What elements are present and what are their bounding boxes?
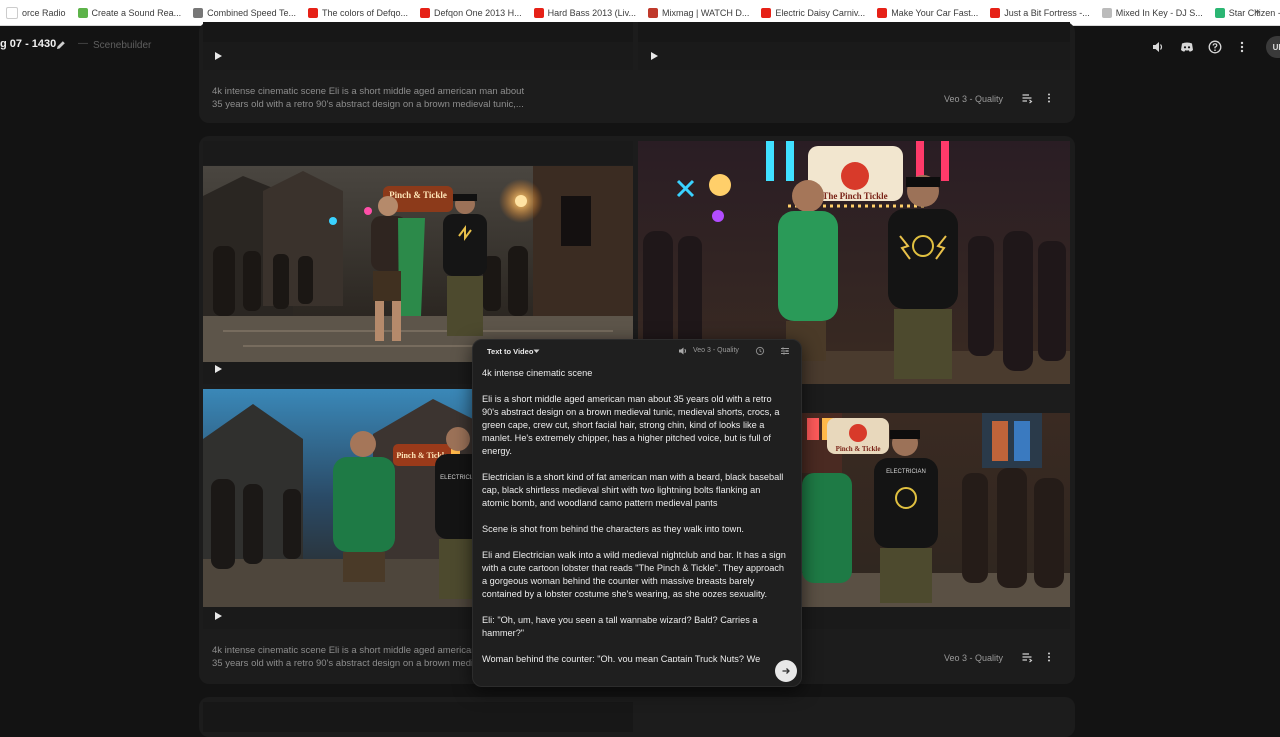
wrench-icon [193, 7, 204, 18]
play-icon[interactable] [215, 52, 222, 60]
model-label: Veo 3 - Quality [944, 94, 1004, 104]
youtube-icon [308, 7, 318, 18]
more-vert-icon[interactable] [1043, 92, 1055, 104]
youtube-icon [761, 7, 772, 18]
bookmark-item[interactable]: Combined Speed Te... [187, 7, 302, 18]
prompt-paragraph: Scene is shot from behind the characters… [482, 524, 744, 534]
prompt-paragraph: 4k intense cinematic scene [482, 368, 593, 378]
prompt-paragraph: Electrician is a short kind of fat ameri… [482, 472, 784, 508]
breadcrumb-separator: — [78, 38, 88, 49]
prompt-paragraph: Eli is a short middle aged american man … [482, 394, 780, 456]
breadcrumb-scenebuilder[interactable]: Scenebuilder [93, 40, 151, 51]
model-label: Veo 3 - Quality [944, 653, 1004, 663]
leaf-icon [77, 7, 88, 18]
prompt-paragraph: Woman behind the counter: "Oh, you mean … [482, 654, 761, 662]
play-icon[interactable] [215, 365, 222, 373]
prompt-paragraph: Eli and Electrician walk into a wild med… [482, 550, 786, 599]
video-card: 4k intense cinematic scene Eli is a shor… [199, 22, 1075, 123]
youtube-icon [990, 7, 1001, 18]
bookmark-item[interactable]: orce Radio [0, 6, 72, 19]
bookmark-label: Hard Bass 2013 (Liv... [547, 7, 636, 18]
medieval-street-scene: Pinch & Tickle [203, 166, 633, 362]
youtube-icon [420, 7, 431, 18]
history-icon[interactable] [755, 346, 765, 356]
volume-icon[interactable] [678, 346, 688, 356]
reuse-prompt-icon[interactable] [1021, 92, 1033, 104]
bookmark-item[interactable]: Just a Bit Fortress -... [984, 7, 1096, 18]
bookmark-label: Create a Sound Rea... [91, 7, 182, 18]
prompt-textarea[interactable]: 4k intense cinematic scene Eli is a shor… [482, 367, 788, 662]
video-player-bar [638, 42, 1070, 70]
arrow-right-icon [782, 668, 790, 674]
more-vert-icon[interactable] [1043, 651, 1055, 663]
bookmark-item[interactable]: The colors of Defqo... [302, 7, 414, 18]
more-vert-icon[interactable] [1235, 40, 1249, 54]
video-card [199, 697, 1075, 737]
avatar[interactable]: UL [1266, 36, 1280, 58]
bookmark-label: orce Radio [22, 7, 66, 18]
send-button[interactable] [775, 660, 797, 682]
play-icon[interactable] [215, 612, 222, 620]
mode-selector[interactable]: Text to Video [487, 347, 533, 356]
bookmark-label: Mixmag | WATCH D... [661, 7, 750, 18]
play-icon[interactable] [651, 52, 658, 60]
mixmag-icon [647, 7, 658, 18]
tavern-sign-text: Pinch & Tickle [389, 190, 447, 200]
shirt-print-text: ELECTRICIAN [886, 469, 926, 475]
bookmark-item[interactable]: Mixmag | WATCH D... [642, 7, 755, 18]
discord-icon[interactable] [1180, 40, 1194, 54]
imgur-icon [1214, 7, 1225, 18]
video-thumbnail[interactable] [203, 702, 633, 732]
video-player-bar [203, 42, 633, 70]
project-title[interactable]: g 07 - 1430 [0, 38, 56, 50]
prompt-summary[interactable]: 4k intense cinematic scene Eli is a shor… [212, 85, 527, 111]
bookmark-label: Combined Speed Te... [207, 7, 296, 18]
bookmark-item[interactable]: Mixed In Key - DJ S... [1096, 7, 1209, 18]
tavern-sign-text: The Pinch Tickle [822, 191, 887, 201]
settings-sliders-icon[interactable] [780, 346, 790, 356]
bookmark-label: Electric Daisy Carniv... [775, 7, 866, 18]
bookmark-item[interactable]: Electric Daisy Carniv... [755, 7, 871, 18]
model-selector[interactable]: Veo 3 - Quality [693, 347, 739, 354]
youtube-icon [533, 7, 544, 18]
prompt-panel: Text to Video Veo 3 - Quality 4k intense… [472, 339, 802, 687]
bookmark-label: Make Your Car Fast... [891, 7, 979, 18]
youtube-icon [877, 7, 888, 18]
video-thumbnail-spacer [203, 141, 633, 165]
bookmark-label: The colors of Defqo... [322, 7, 409, 18]
bookmark-item[interactable]: Create a Sound Rea... [72, 7, 188, 18]
bookmark-item[interactable]: Make Your Car Fast... [871, 7, 984, 18]
edit-pencil-icon[interactable] [56, 40, 66, 50]
tavern-interior-scene: Pinch & Tickle ELECTRICIAN [802, 413, 1070, 607]
page-icon [1101, 7, 1112, 18]
bookmark-label: Mixed In Key - DJ S... [1115, 7, 1203, 18]
video-thumbnail-4[interactable]: Pinch & Tickle ELECTRICIAN [802, 413, 1070, 607]
bookmark-item[interactable]: Defqon One 2013 H... [414, 7, 528, 18]
chevron-down-icon[interactable] [533, 349, 540, 354]
prompt-paragraph: Eli: "Oh, um, have you seen a tall wanna… [482, 615, 758, 638]
bookmark-item[interactable]: Hard Bass 2013 (Liv... [528, 7, 642, 18]
radio-icon [6, 6, 18, 19]
tavern-sign-text: Pinch & Tickle [836, 445, 881, 453]
help-icon[interactable] [1208, 40, 1222, 54]
reuse-prompt-icon[interactable] [1021, 651, 1033, 663]
bookmark-label: Just a Bit Fortress -... [1004, 7, 1090, 18]
volume-icon[interactable] [1151, 40, 1165, 54]
bookmark-item[interactable]: Star Citizen - Imgur [1209, 7, 1280, 18]
bookmark-label: Defqon One 2013 H... [434, 7, 522, 18]
video-player-bar [802, 607, 1070, 629]
video-thumbnail-1[interactable]: Pinch & Tickle [203, 166, 633, 362]
bookmarks-more-button[interactable]: » [1254, 6, 1260, 18]
